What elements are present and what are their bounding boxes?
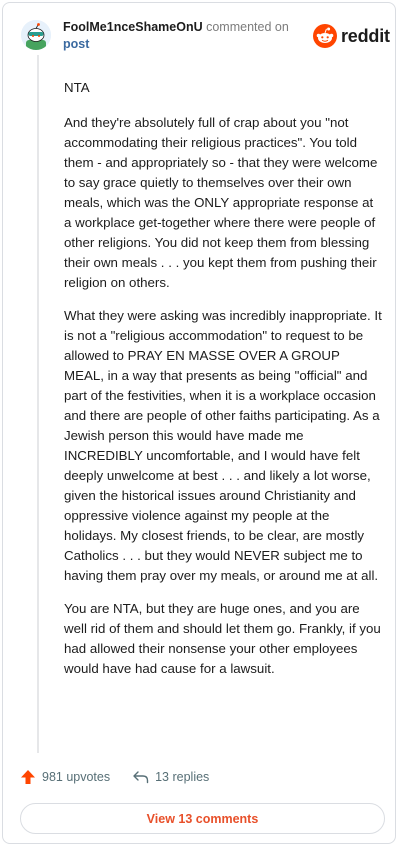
comment-header: FoolMe1nceShameOnU commented on post — [63, 19, 303, 53]
comment-stats: 981 upvotes 13 replies — [20, 767, 380, 787]
reply-count: 13 replies — [155, 770, 210, 784]
view-comments-button[interactable]: View 13 comments — [20, 803, 385, 834]
thread-line[interactable] — [37, 55, 39, 753]
comment-paragraph: You are NTA, but they are huge ones, and… — [64, 601, 381, 676]
reply-arrow-icon — [133, 771, 149, 784]
reddit-logo-icon — [313, 24, 337, 48]
replies-button[interactable]: 13 replies — [132, 770, 209, 784]
comment-card: FoolMe1nceShameOnU commented on post red… — [2, 2, 396, 844]
reddit-brand[interactable]: reddit — [313, 23, 390, 49]
commented-on-text: commented on — [206, 20, 289, 34]
comment-paragraph: NTA — [64, 80, 90, 95]
post-link[interactable]: post — [63, 36, 303, 53]
username-link[interactable]: FoolMe1nceShameOnU — [63, 20, 203, 34]
reddit-wordmark: reddit — [341, 25, 390, 46]
upvote-count: 981 upvotes — [42, 770, 111, 784]
comment-paragraph: What they were asking was incredibly ina… — [64, 308, 382, 583]
upvote-arrow-icon — [21, 770, 35, 784]
comment-body: NTA And they're absolutely full of crap … — [64, 78, 382, 692]
snoo-avatar-icon — [21, 20, 51, 50]
upvote-button[interactable]: 981 upvotes — [20, 769, 110, 785]
user-avatar[interactable] — [21, 20, 51, 50]
comment-paragraph: And they're absolutely full of crap abou… — [64, 115, 378, 290]
